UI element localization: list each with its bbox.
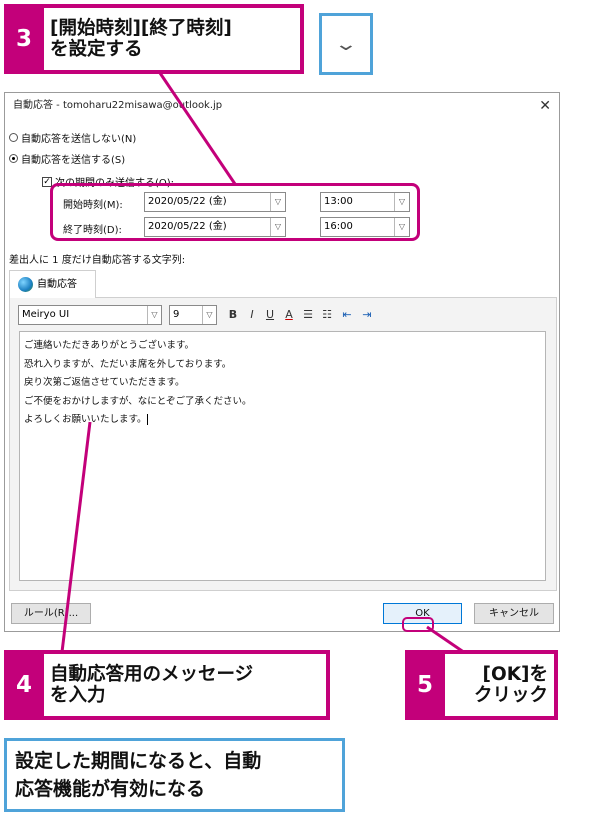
- chevron-down-icon: ⌄: [333, 34, 359, 55]
- callout-line: [OK]を: [482, 664, 548, 685]
- callout-text: [開始時刻][終了時刻] を設定する: [44, 8, 300, 70]
- callout-line: 自動応答用のメッセージ: [50, 664, 254, 685]
- step-number: 4: [15, 672, 32, 698]
- callout-line: を設定する: [50, 39, 143, 60]
- info-note: 設定した期間になると、自動 応答機能が有効になる: [4, 738, 345, 812]
- callout-line: を入力: [50, 685, 106, 706]
- leader-line-4: [60, 421, 92, 653]
- leader-line-3: [158, 72, 237, 185]
- dropdown-button-illustration: ⌄: [319, 13, 373, 75]
- step-number: 3: [15, 26, 32, 52]
- callout-step-3: 3 [開始時刻][終了時刻] を設定する: [4, 4, 304, 74]
- note-line: 設定した期間になると、自動: [15, 750, 262, 772]
- note-line: 応答機能が有効になる: [15, 778, 206, 800]
- callout-line: クリック: [473, 685, 548, 706]
- callout-text: 自動応答用のメッセージ を入力: [44, 654, 326, 716]
- callout-text: [OK]を クリック: [445, 654, 554, 716]
- step-number: 5: [416, 672, 433, 698]
- callout-step-4: 4 自動応答用のメッセージ を入力: [4, 650, 330, 720]
- callout-line: [開始時刻][終了時刻]: [50, 18, 232, 39]
- callout-step-5: 5 [OK]を クリック: [405, 650, 558, 720]
